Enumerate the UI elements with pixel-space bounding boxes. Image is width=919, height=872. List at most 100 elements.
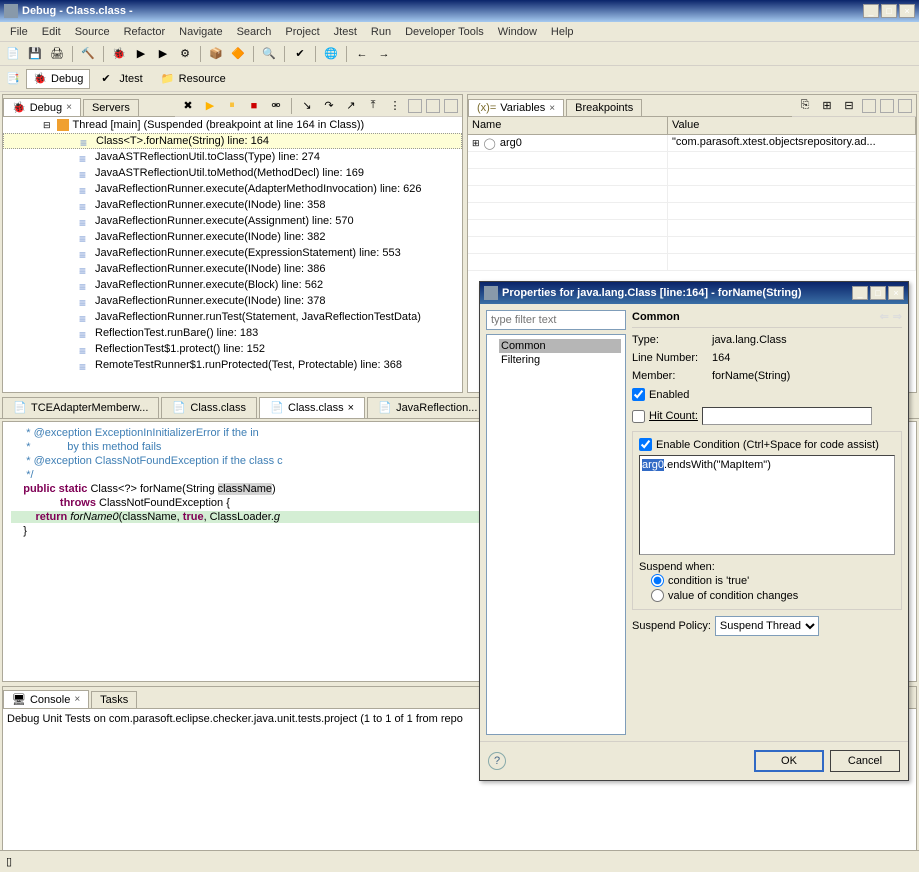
close-icon[interactable]: × bbox=[74, 694, 80, 705]
debug-icon[interactable]: 🐞 bbox=[110, 45, 128, 63]
dialog-maximize-button[interactable]: □ bbox=[870, 286, 886, 300]
variables-tab[interactable]: (x)= Variables × bbox=[468, 99, 564, 116]
forward-icon[interactable]: ⇒ bbox=[893, 310, 902, 323]
view-menu-icon[interactable] bbox=[862, 99, 876, 113]
remove-terminated-icon[interactable]: ✖ bbox=[179, 97, 197, 115]
tree-item-common[interactable]: Common bbox=[499, 339, 621, 353]
minimize-view-icon[interactable] bbox=[426, 99, 440, 113]
minimize-button[interactable]: _ bbox=[863, 4, 879, 18]
menu-source[interactable]: Source bbox=[69, 24, 116, 40]
step-return-icon[interactable]: ↗ bbox=[342, 97, 360, 115]
variable-row[interactable]: ⊞ ◯ arg0"com.parasoft.xtest.objectsrepos… bbox=[468, 135, 916, 152]
close-icon[interactable]: × bbox=[549, 103, 555, 114]
enable-condition-checkbox[interactable] bbox=[639, 438, 652, 451]
search-icon[interactable]: 🔍 bbox=[260, 45, 278, 63]
jtest-icon[interactable]: ✔ bbox=[291, 45, 309, 63]
view-menu-icon[interactable] bbox=[408, 99, 422, 113]
open-perspective-icon[interactable]: 📑 bbox=[4, 70, 22, 88]
web-icon[interactable]: 🌐 bbox=[322, 45, 340, 63]
stack-frame[interactable]: JavaReflectionRunner.execute(INode) line… bbox=[3, 261, 462, 277]
stack-frame[interactable]: RemoteTestRunner$1.runProtected(Test, Pr… bbox=[3, 357, 462, 373]
menu-refactor[interactable]: Refactor bbox=[118, 24, 172, 40]
terminate-icon[interactable]: ■ bbox=[245, 97, 263, 115]
debug-tab[interactable]: 🐞 Debug × bbox=[3, 98, 81, 116]
col-name[interactable]: Name bbox=[468, 117, 668, 134]
menu-developer-tools[interactable]: Developer Tools bbox=[399, 24, 490, 40]
stack-frame[interactable]: ReflectionTest.runBare() line: 183 bbox=[3, 325, 462, 341]
menu-window[interactable]: Window bbox=[492, 24, 543, 40]
suspend-icon[interactable]: ⏸ bbox=[223, 97, 241, 115]
dialog-minimize-button[interactable]: _ bbox=[852, 286, 868, 300]
menu-jtest[interactable]: Jtest bbox=[328, 24, 363, 40]
radio-condition-true[interactable] bbox=[651, 574, 664, 587]
menu-navigate[interactable]: Navigate bbox=[173, 24, 228, 40]
perspective-resource[interactable]: 📁Resource bbox=[154, 69, 233, 89]
ok-button[interactable]: OK bbox=[754, 750, 824, 772]
step-over-icon[interactable]: ↷ bbox=[320, 97, 338, 115]
save-icon[interactable]: 💾 bbox=[26, 45, 44, 63]
maximize-view-icon[interactable] bbox=[898, 99, 912, 113]
enabled-checkbox[interactable] bbox=[632, 388, 645, 401]
stack-frame[interactable]: ReflectionTest$1.protect() line: 152 bbox=[3, 341, 462, 357]
menu-help[interactable]: Help bbox=[545, 24, 580, 40]
editor-tab[interactable]: 📄TCEAdapterMemberw... bbox=[2, 397, 159, 418]
use-step-filters-icon[interactable]: ⋮ bbox=[386, 97, 404, 115]
close-button[interactable]: × bbox=[899, 4, 915, 18]
tasks-tab[interactable]: Tasks bbox=[91, 691, 137, 708]
condition-editor[interactable]: arg0.endsWith("MapItem") bbox=[639, 455, 895, 555]
stack-frame[interactable]: JavaReflectionRunner.runTest(Statement, … bbox=[3, 309, 462, 325]
menu-file[interactable]: File bbox=[4, 24, 34, 40]
col-value[interactable]: Value bbox=[668, 117, 916, 134]
expand-icon[interactable]: ⊟ bbox=[43, 120, 51, 131]
stack-frame[interactable]: JavaReflectionRunner.execute(INode) line… bbox=[3, 229, 462, 245]
stack-frame[interactable]: JavaReflectionRunner.execute(INode) line… bbox=[3, 293, 462, 309]
menu-edit[interactable]: Edit bbox=[36, 24, 67, 40]
resume-icon[interactable]: ▶ bbox=[201, 97, 219, 115]
run-icon[interactable]: ▶ bbox=[132, 45, 150, 63]
maximize-button[interactable]: □ bbox=[881, 4, 897, 18]
show-type-names-icon[interactable]: ⎘ bbox=[796, 97, 814, 115]
ext-tools-icon[interactable]: ⚙ bbox=[176, 45, 194, 63]
step-into-icon[interactable]: ↘ bbox=[298, 97, 316, 115]
stack-frame[interactable]: JavaASTReflectionUtil.toMethod(MethodDec… bbox=[3, 165, 462, 181]
editor-tab[interactable]: 📄JavaReflection... bbox=[367, 397, 488, 418]
print-icon[interactable]: 🖨 bbox=[48, 45, 66, 63]
editor-tab[interactable]: 📄Class.class× bbox=[259, 397, 365, 418]
menu-search[interactable]: Search bbox=[231, 24, 278, 40]
stack-frame[interactable]: JavaReflectionRunner.execute(INode) line… bbox=[3, 197, 462, 213]
maximize-view-icon[interactable] bbox=[444, 99, 458, 113]
stack-frame[interactable]: JavaASTReflectionUtil.toClass(Type) line… bbox=[3, 149, 462, 165]
hitcount-checkbox[interactable] bbox=[632, 410, 645, 423]
minimize-view-icon[interactable] bbox=[880, 99, 894, 113]
drop-to-frame-icon[interactable]: ⤒ bbox=[364, 97, 382, 115]
close-icon[interactable]: × bbox=[66, 102, 72, 113]
stack-frame[interactable]: JavaReflectionRunner.execute(Assignment)… bbox=[3, 213, 462, 229]
expand-icon[interactable]: ⊞ bbox=[472, 138, 480, 149]
collapse-all-icon[interactable]: ⊟ bbox=[840, 97, 858, 115]
help-icon[interactable]: ? bbox=[488, 752, 506, 770]
close-icon[interactable]: × bbox=[348, 402, 354, 414]
show-logical-icon[interactable]: ⊞ bbox=[818, 97, 836, 115]
back-icon[interactable]: ⇐ bbox=[880, 310, 889, 323]
new-package-icon[interactable]: 📦 bbox=[207, 45, 225, 63]
breakpoints-tab[interactable]: Breakpoints bbox=[566, 99, 642, 116]
cancel-button[interactable]: Cancel bbox=[830, 750, 900, 772]
category-tree[interactable]: Common Filtering bbox=[486, 334, 626, 735]
disconnect-icon[interactable]: ⚮ bbox=[267, 97, 285, 115]
console-tab[interactable]: 🖥Console × bbox=[3, 690, 89, 708]
stack-frame[interactable]: JavaReflectionRunner.execute(Block) line… bbox=[3, 277, 462, 293]
nav-fwd-icon[interactable]: → bbox=[375, 45, 393, 63]
menu-project[interactable]: Project bbox=[279, 24, 325, 40]
dialog-close-button[interactable]: × bbox=[888, 286, 904, 300]
new-icon[interactable]: 📄 bbox=[4, 45, 22, 63]
nav-back-icon[interactable]: ← bbox=[353, 45, 371, 63]
stack-frame[interactable]: JavaReflectionRunner.execute(AdapterMeth… bbox=[3, 181, 462, 197]
servers-tab[interactable]: Servers bbox=[83, 99, 139, 116]
hitcount-input[interactable] bbox=[702, 407, 872, 425]
stack-frame[interactable]: Class<T>.forName(String) line: 164 bbox=[3, 133, 462, 149]
debug-stack-tree[interactable]: ⊟ Thread [main] (Suspended (breakpoint a… bbox=[3, 117, 462, 392]
menu-run[interactable]: Run bbox=[365, 24, 397, 40]
perspective-debug[interactable]: 🐞Debug bbox=[26, 69, 90, 89]
radio-condition-change[interactable] bbox=[651, 589, 664, 602]
stack-frame[interactable]: JavaReflectionRunner.execute(ExpressionS… bbox=[3, 245, 462, 261]
